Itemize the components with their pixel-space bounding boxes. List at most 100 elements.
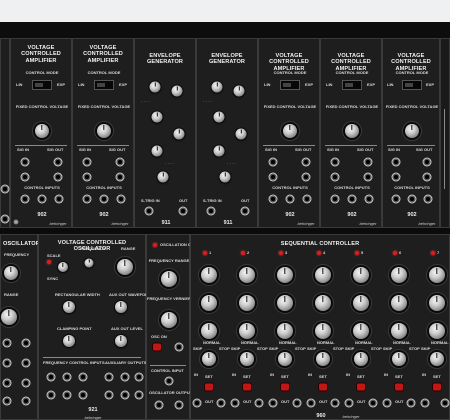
step-knob[interactable] [391, 267, 407, 283]
control-jack[interactable] [99, 194, 109, 204]
step-mode-knob[interactable] [354, 352, 368, 366]
control-input-jack[interactable] [164, 376, 174, 386]
out-jack[interactable] [254, 398, 264, 408]
osc-on-button[interactable] [153, 343, 161, 351]
step-knob[interactable] [429, 267, 445, 283]
s-trig-in-jack[interactable] [206, 206, 216, 216]
control-jack[interactable] [116, 194, 126, 204]
step-knob[interactable] [239, 295, 255, 311]
control-jack[interactable] [20, 194, 30, 204]
step-mode-knob[interactable] [278, 352, 292, 366]
jack[interactable] [21, 396, 31, 406]
control-jack[interactable] [364, 194, 374, 204]
step-knob[interactable] [353, 267, 369, 283]
attack-knob[interactable] [211, 81, 223, 93]
step-mode-knob[interactable] [202, 352, 216, 366]
fine-knob[interactable] [84, 258, 94, 268]
set-button[interactable] [281, 383, 289, 391]
output-jack[interactable] [78, 390, 88, 400]
sig-out-jack[interactable] [53, 172, 63, 182]
control-mode-switch[interactable] [94, 80, 114, 90]
jack[interactable] [0, 214, 10, 224]
decay-knob[interactable] [171, 85, 183, 97]
s-trig-in-jack[interactable] [144, 206, 154, 216]
sig-out-jack[interactable] [115, 157, 125, 167]
step-knob[interactable] [315, 295, 331, 311]
set-button[interactable] [357, 383, 365, 391]
release-knob[interactable] [173, 128, 185, 140]
step-knob[interactable] [391, 295, 407, 311]
control-jack[interactable] [82, 194, 92, 204]
step-knob[interactable] [201, 323, 217, 339]
frequency-range-knob[interactable] [161, 271, 177, 287]
freq-control-jack[interactable] [78, 372, 88, 382]
oscillator-output-jack[interactable] [174, 400, 184, 410]
in-jack[interactable] [268, 398, 278, 408]
sig-out-jack[interactable] [53, 157, 63, 167]
control-jack[interactable] [302, 194, 312, 204]
sig-out-jack[interactable] [363, 172, 373, 182]
frequency-vernier-knob[interactable] [161, 312, 177, 328]
out-jack[interactable] [178, 206, 188, 216]
jack[interactable] [0, 184, 10, 194]
out-jack[interactable] [216, 398, 226, 408]
sig-in-jack[interactable] [20, 172, 30, 182]
set-button[interactable] [395, 383, 403, 391]
sig-out-jack[interactable] [115, 172, 125, 182]
sig-in-jack[interactable] [330, 172, 340, 182]
in-jack[interactable] [344, 398, 354, 408]
output-jack[interactable] [62, 390, 72, 400]
control-jack[interactable] [391, 194, 401, 204]
step-knob[interactable] [201, 267, 217, 283]
rectangular-width-knob[interactable] [63, 301, 75, 313]
set-button[interactable] [243, 383, 251, 391]
in-jack[interactable] [306, 398, 316, 408]
sig-out-jack[interactable] [422, 157, 432, 167]
control-jack[interactable] [347, 194, 357, 204]
output-jack[interactable] [134, 390, 144, 400]
range-knob[interactable] [1, 309, 17, 325]
step-knob[interactable] [391, 323, 407, 339]
out-jack[interactable] [440, 398, 450, 408]
control-jack[interactable] [407, 194, 417, 204]
step-mode-knob[interactable] [392, 352, 406, 366]
set-button[interactable] [433, 383, 441, 391]
step-knob[interactable] [315, 323, 331, 339]
time-knob[interactable] [157, 171, 169, 183]
step-knob[interactable] [353, 295, 369, 311]
step-knob[interactable] [239, 267, 255, 283]
aux-out-waveform-knob[interactable] [115, 301, 127, 313]
aux-output-jack[interactable] [134, 372, 144, 382]
output-jack[interactable] [46, 390, 56, 400]
aux-output-jack[interactable] [104, 372, 114, 382]
control-mode-switch[interactable] [402, 80, 422, 90]
out-jack[interactable] [240, 206, 250, 216]
jack[interactable] [21, 338, 31, 348]
jack[interactable] [21, 378, 31, 388]
in-jack[interactable] [420, 398, 430, 408]
step-knob[interactable] [315, 267, 331, 283]
fixed-cv-knob[interactable] [405, 124, 419, 138]
jack[interactable] [2, 378, 12, 388]
output-jack[interactable] [120, 390, 130, 400]
output-jack[interactable] [104, 390, 114, 400]
frequency-knob[interactable] [4, 266, 18, 280]
step-knob[interactable] [277, 267, 293, 283]
level-knob[interactable] [213, 145, 225, 157]
control-jack[interactable] [37, 194, 47, 204]
freq-control-jack[interactable] [62, 372, 72, 382]
jack[interactable] [174, 342, 184, 352]
jack[interactable] [2, 358, 12, 368]
out-jack[interactable] [292, 398, 302, 408]
level-knob[interactable] [151, 145, 163, 157]
aux-out-level-knob[interactable] [115, 335, 127, 347]
jack[interactable] [2, 396, 12, 406]
out-jack[interactable] [406, 398, 416, 408]
attack-knob[interactable] [149, 81, 161, 93]
step-mode-knob[interactable] [430, 352, 444, 366]
sig-in-jack[interactable] [391, 172, 401, 182]
sig-out-jack[interactable] [422, 172, 432, 182]
control-jack[interactable] [330, 194, 340, 204]
step-mode-knob[interactable] [240, 352, 254, 366]
step-mode-knob[interactable] [316, 352, 330, 366]
